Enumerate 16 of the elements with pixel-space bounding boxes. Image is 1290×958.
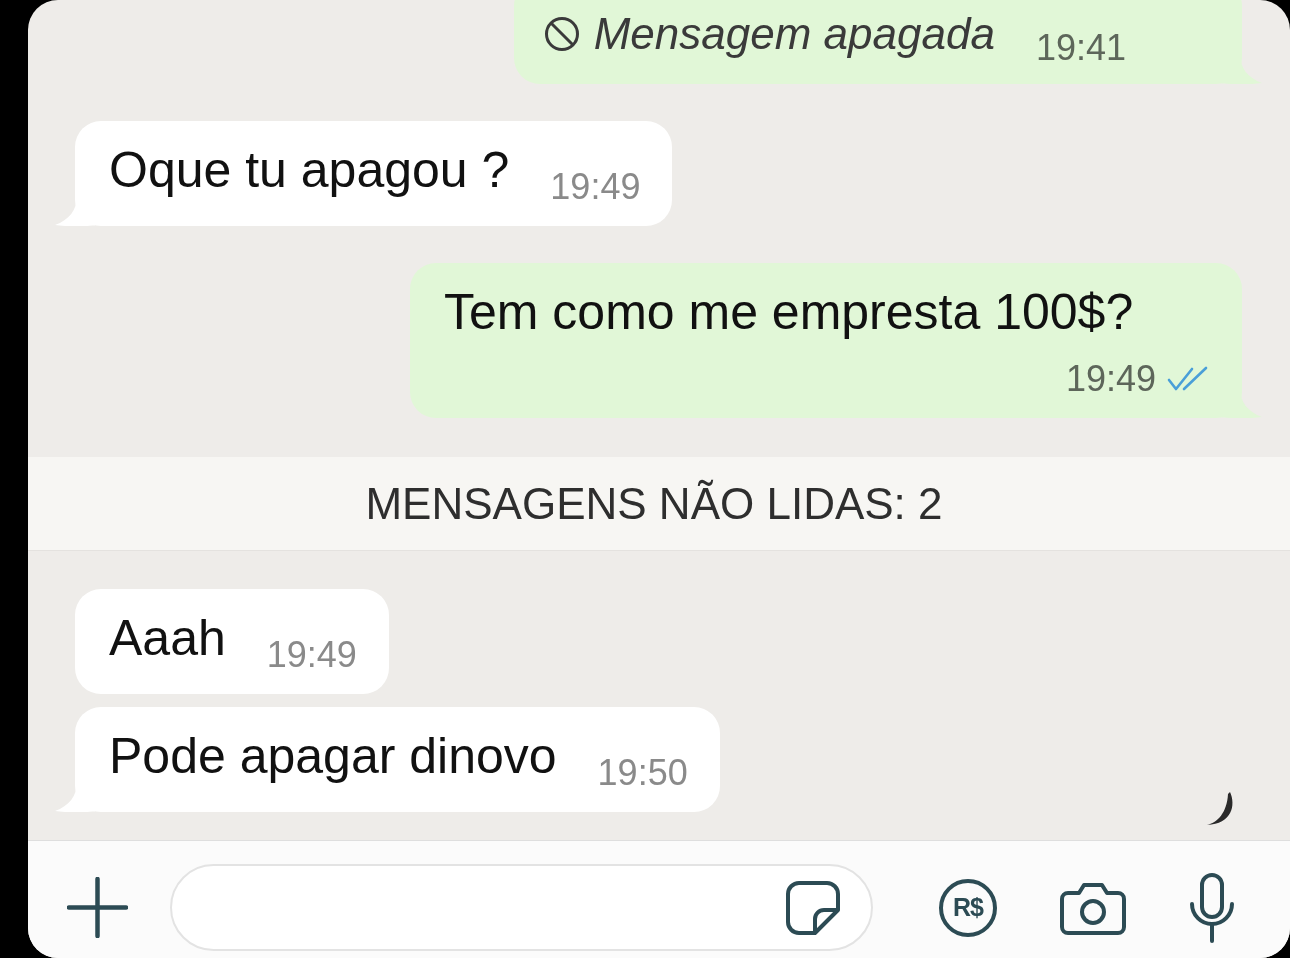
message-text: Tem como me empresta 100$? [444, 287, 1134, 337]
microphone-icon[interactable] [1187, 871, 1237, 944]
payment-button[interactable]: R$ [939, 878, 997, 937]
message-text: Oque tu apagou ? [109, 145, 510, 195]
message-text: Pode apagar dinovo [109, 731, 557, 781]
camera-icon[interactable] [1060, 880, 1126, 935]
message-time: 19:49 [1065, 361, 1156, 397]
sticker-icon[interactable] [785, 879, 841, 936]
plus-icon[interactable] [67, 877, 128, 938]
message-time: 19:41 [1035, 30, 1126, 66]
message-text: Aaah [109, 613, 226, 663]
unread-label: MENSAGENS NÃO LIDAS: 2 [365, 481, 944, 526]
message-time: 19:50 [597, 755, 688, 791]
message-text: Mensagem apagada [593, 12, 995, 56]
message-time: 19:49 [550, 169, 641, 205]
message-time: 19:49 [266, 637, 357, 673]
